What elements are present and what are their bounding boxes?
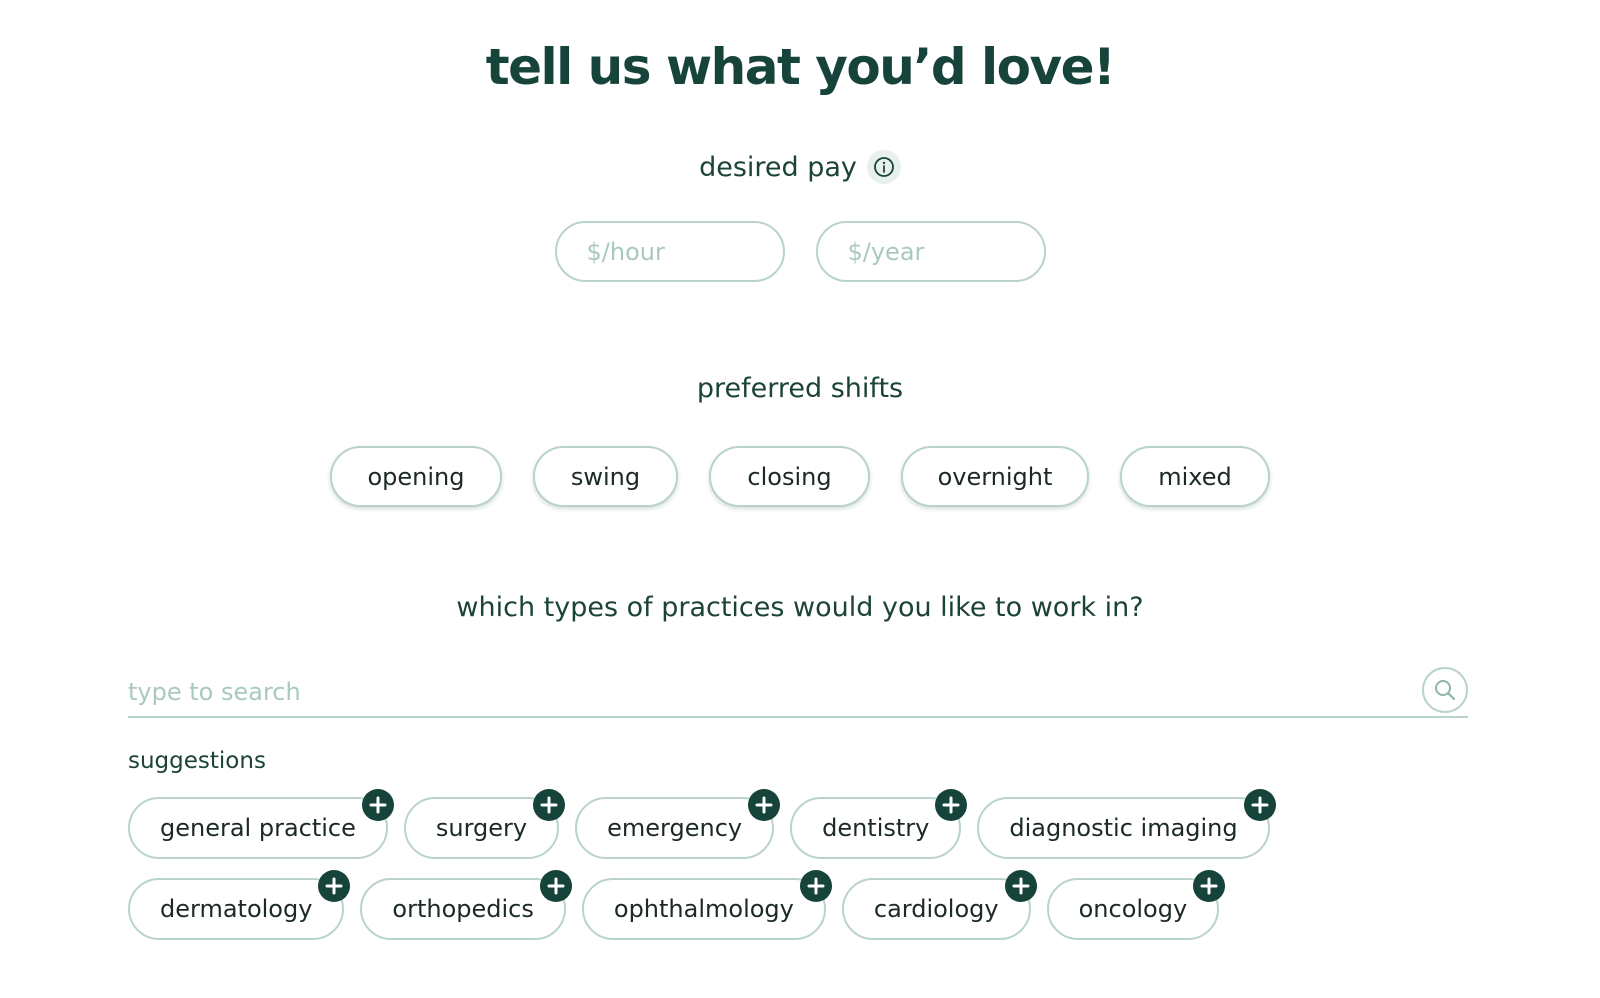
suggestions-label: suggestions [128, 748, 266, 774]
practice-search-bar [128, 667, 1468, 718]
preferences-page: tell us what you’d love! desired pay pre… [0, 0, 1600, 998]
practice-search-input[interactable] [128, 670, 1422, 714]
info-icon[interactable] [866, 150, 901, 184]
chip-label: general practice [160, 814, 356, 842]
desired-pay-label: desired pay [699, 151, 857, 183]
suggestion-chip-diagnostic-imaging[interactable]: diagnostic imaging [977, 789, 1276, 859]
chip-label: orthopedics [392, 895, 534, 923]
suggestion-chip-surgery[interactable]: surgery [403, 789, 566, 859]
plus-icon[interactable] [799, 870, 832, 902]
chip-label: cardiology [873, 895, 999, 923]
plus-icon[interactable] [748, 789, 781, 821]
suggestion-row-1: general practice surgery emergency denti… [128, 789, 1276, 859]
shift-option-closing[interactable]: closing [709, 446, 870, 507]
chip-label: emergency [607, 814, 743, 842]
search-icon[interactable] [1422, 667, 1468, 713]
suggestion-chip-general-practice[interactable]: general practice [128, 789, 394, 859]
plus-icon[interactable] [539, 870, 572, 902]
shift-option-opening[interactable]: opening [330, 446, 502, 507]
preferred-shifts-label: preferred shifts [696, 373, 904, 404]
hourly-pay-input[interactable] [554, 221, 785, 282]
plus-icon[interactable] [361, 789, 394, 821]
shift-option-swing[interactable]: swing [533, 446, 678, 507]
shift-option-overnight[interactable]: overnight [901, 446, 1089, 507]
shift-option-mixed[interactable]: mixed [1120, 446, 1270, 507]
chip-label: diagnostic imaging [1009, 814, 1238, 842]
plus-icon[interactable] [1243, 789, 1276, 821]
suggestion-chip-oncology[interactable]: oncology [1046, 870, 1226, 940]
suggestion-chip-orthopedics[interactable]: orthopedics [360, 870, 572, 940]
page-title: tell us what you’d love! [485, 38, 1116, 96]
suggestion-chip-dentistry[interactable]: dentistry [790, 789, 968, 859]
chip-label: dentistry [822, 814, 930, 842]
plus-icon[interactable] [533, 789, 566, 821]
suggestion-chip-ophthalmology[interactable]: ophthalmology [581, 870, 832, 940]
suggestion-chip-dermatology[interactable]: dermatology [128, 870, 351, 940]
chip-label: surgery [435, 814, 528, 842]
suggestion-row-2: dermatology orthopedics ophthalmology ca… [128, 870, 1226, 940]
practice-types-question: which types of practices would you like … [456, 592, 1144, 623]
chip-label: oncology [1078, 895, 1188, 923]
plus-icon[interactable] [1193, 870, 1226, 902]
shift-options: opening swing closing overnight mixed [0, 446, 1600, 507]
plus-icon[interactable] [1004, 870, 1037, 902]
suggestion-chip-emergency[interactable]: emergency [575, 789, 781, 859]
desired-pay-section-header: desired pay [0, 150, 1600, 184]
yearly-pay-input[interactable] [815, 221, 1046, 282]
plus-icon[interactable] [935, 789, 968, 821]
chip-label: dermatology [160, 895, 313, 923]
suggestion-chip-cardiology[interactable]: cardiology [841, 870, 1037, 940]
pay-inputs [0, 221, 1600, 282]
plus-icon[interactable] [318, 870, 351, 902]
chip-label: ophthalmology [613, 895, 794, 923]
